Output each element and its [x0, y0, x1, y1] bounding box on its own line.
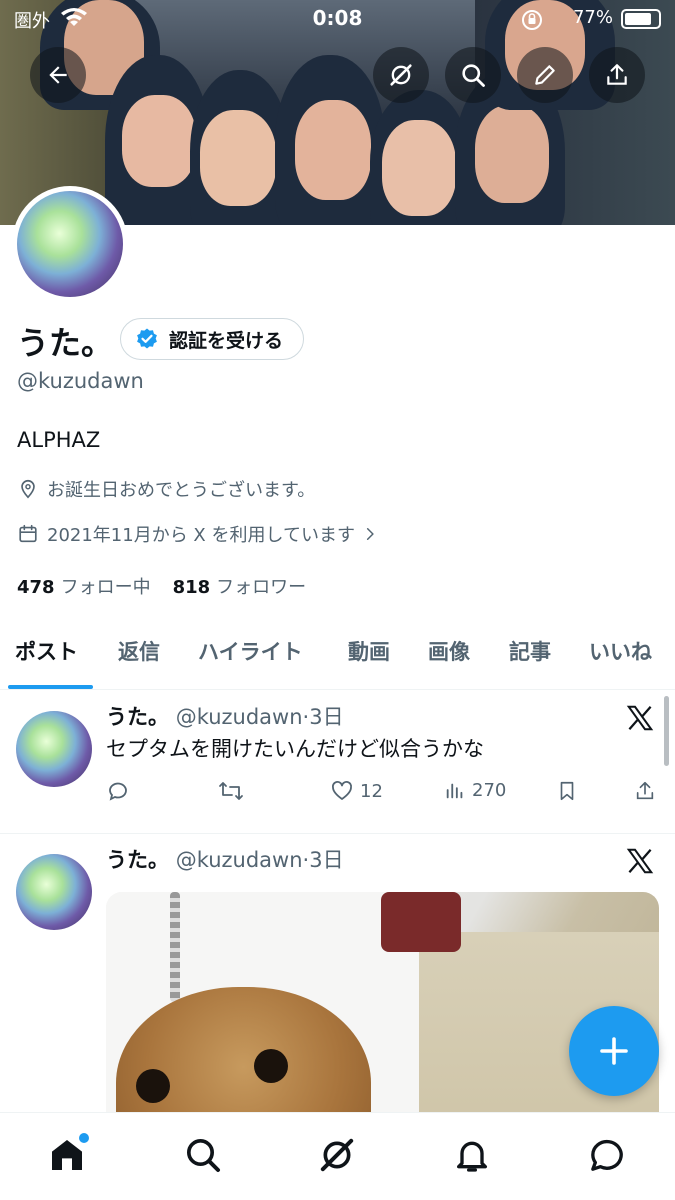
x-logo-icon: [626, 705, 654, 731]
nav-home[interactable]: [45, 1133, 89, 1177]
post-author-name: うた。: [106, 848, 169, 872]
post-header: うた。 @kuzudawn·3日: [106, 844, 344, 874]
tab-likes[interactable]: いいね: [589, 636, 652, 666]
orientation-lock-icon: [522, 10, 542, 30]
post-header: うた。 @kuzudawn·3日: [106, 701, 344, 731]
battery-icon: [621, 9, 661, 29]
view-count: 270: [472, 779, 507, 801]
profile-location: お誕生日おめでとうございます。: [17, 476, 315, 502]
post-avatar[interactable]: [16, 711, 92, 787]
reply-icon: [109, 782, 127, 801]
share-icon: [607, 64, 627, 85]
active-tab-indicator: [8, 685, 93, 689]
grok-icon: [390, 64, 412, 86]
post-author-handle: @kuzudawn: [175, 848, 303, 872]
calendar-icon: [19, 524, 37, 543]
verified-badge-icon: [137, 328, 157, 349]
joined-text: 2021年11月から X を利用しています: [47, 525, 355, 546]
chevron-right-icon: [366, 527, 374, 541]
heart-icon: [332, 781, 352, 800]
tab-posts[interactable]: ポスト: [15, 636, 78, 666]
post-avatar[interactable]: [16, 854, 92, 930]
share-button[interactable]: [589, 47, 645, 103]
views-chart-icon: [446, 783, 463, 799]
nav-notifications[interactable]: [450, 1133, 494, 1177]
location-pin-icon: [21, 479, 35, 499]
banner-face: [200, 110, 276, 206]
bell-icon: [457, 1141, 487, 1172]
avatar-image: [17, 191, 123, 297]
status-bar: 圏外 0:08 77%: [0, 0, 675, 38]
like-count: 12: [360, 780, 383, 802]
search-profile-button[interactable]: [445, 47, 501, 103]
tab-images[interactable]: 画像: [428, 636, 470, 666]
post-author-name: うた。: [106, 705, 169, 729]
battery-percent: 77%: [572, 7, 613, 28]
nav-messages[interactable]: [585, 1133, 629, 1177]
followers-link[interactable]: 818 フォロワー: [173, 573, 307, 599]
tab-replies[interactable]: 返信: [118, 636, 160, 666]
following-count: 478: [17, 577, 55, 598]
grok-button[interactable]: [373, 47, 429, 103]
nav-search[interactable]: [181, 1133, 225, 1177]
bottom-nav: [0, 1112, 675, 1200]
following-label: フォロー中: [60, 577, 151, 598]
profile-avatar[interactable]: [12, 186, 128, 302]
display-name: うた。: [17, 324, 114, 362]
banner-face: [382, 120, 456, 216]
grok-icon: [320, 1138, 354, 1172]
following-link[interactable]: 478 フォロー中: [17, 573, 151, 599]
banner-face: [475, 105, 549, 203]
bookmark-icon: [560, 781, 574, 801]
followers-label: フォロワー: [216, 577, 307, 598]
chat-bubble-icon: [591, 1139, 623, 1171]
post-time: 3日: [309, 848, 344, 872]
post-time: 3日: [309, 705, 344, 729]
nav-grok[interactable]: [315, 1133, 359, 1177]
search-icon: [187, 1139, 220, 1172]
search-icon: [462, 64, 485, 87]
edit-button[interactable]: [517, 47, 573, 103]
tab-highlights[interactable]: ハイライト: [198, 636, 303, 666]
bookmark-button[interactable]: [556, 779, 578, 803]
views-button[interactable]: 270: [444, 779, 506, 801]
back-arrow-icon: [49, 66, 67, 84]
reply-button[interactable]: [106, 779, 130, 803]
post[interactable]: うた。 @kuzudawn·3日 セプタムを開けたいんだけど似合うかな 12 2…: [0, 691, 675, 834]
scrollbar[interactable]: [664, 696, 669, 766]
media-chain: [170, 892, 180, 1002]
repost-button[interactable]: [218, 779, 244, 803]
profile-joined[interactable]: 2021年11月から X を利用しています: [17, 521, 377, 547]
followers-count: 818: [172, 577, 211, 598]
post-actions: 12 270: [106, 779, 661, 807]
compose-post-button[interactable]: [569, 1006, 659, 1096]
get-verified-label: 認証を受ける: [169, 329, 284, 352]
notification-dot: [79, 1133, 89, 1143]
repost-icon: [219, 782, 243, 800]
media-dog-eye: [254, 1049, 288, 1083]
media-jars: [381, 892, 461, 952]
tab-articles[interactable]: 記事: [509, 636, 551, 666]
banner-face: [122, 95, 196, 187]
tab-videos[interactable]: 動画: [348, 636, 390, 666]
post-text: セプタムを開けたいんだけど似合うかな: [106, 737, 484, 761]
pencil-icon: [535, 65, 555, 85]
post-author-handle: @kuzudawn: [175, 705, 303, 729]
location-text: お誕生日おめでとうございます。: [47, 480, 316, 501]
profile-tabs: ポスト 返信 ハイライト 動画 画像 記事 いいね: [0, 618, 675, 690]
x-logo-icon: [626, 848, 654, 874]
share-icon: [636, 781, 654, 800]
follow-stats: 478 フォロー中 818 フォロワー: [17, 573, 306, 599]
like-button[interactable]: 12: [330, 779, 383, 803]
share-post-button[interactable]: [634, 779, 656, 803]
plus-icon: [600, 1037, 628, 1065]
profile-handle: @kuzudawn: [17, 369, 144, 393]
post-media-image[interactable]: [106, 892, 659, 1132]
profile-bio: ALPHAZ: [17, 428, 101, 452]
media-dog-eye: [136, 1069, 170, 1103]
banner-face: [295, 100, 371, 200]
back-button[interactable]: [30, 47, 86, 103]
get-verified-button[interactable]: 認証を受ける: [120, 318, 305, 360]
